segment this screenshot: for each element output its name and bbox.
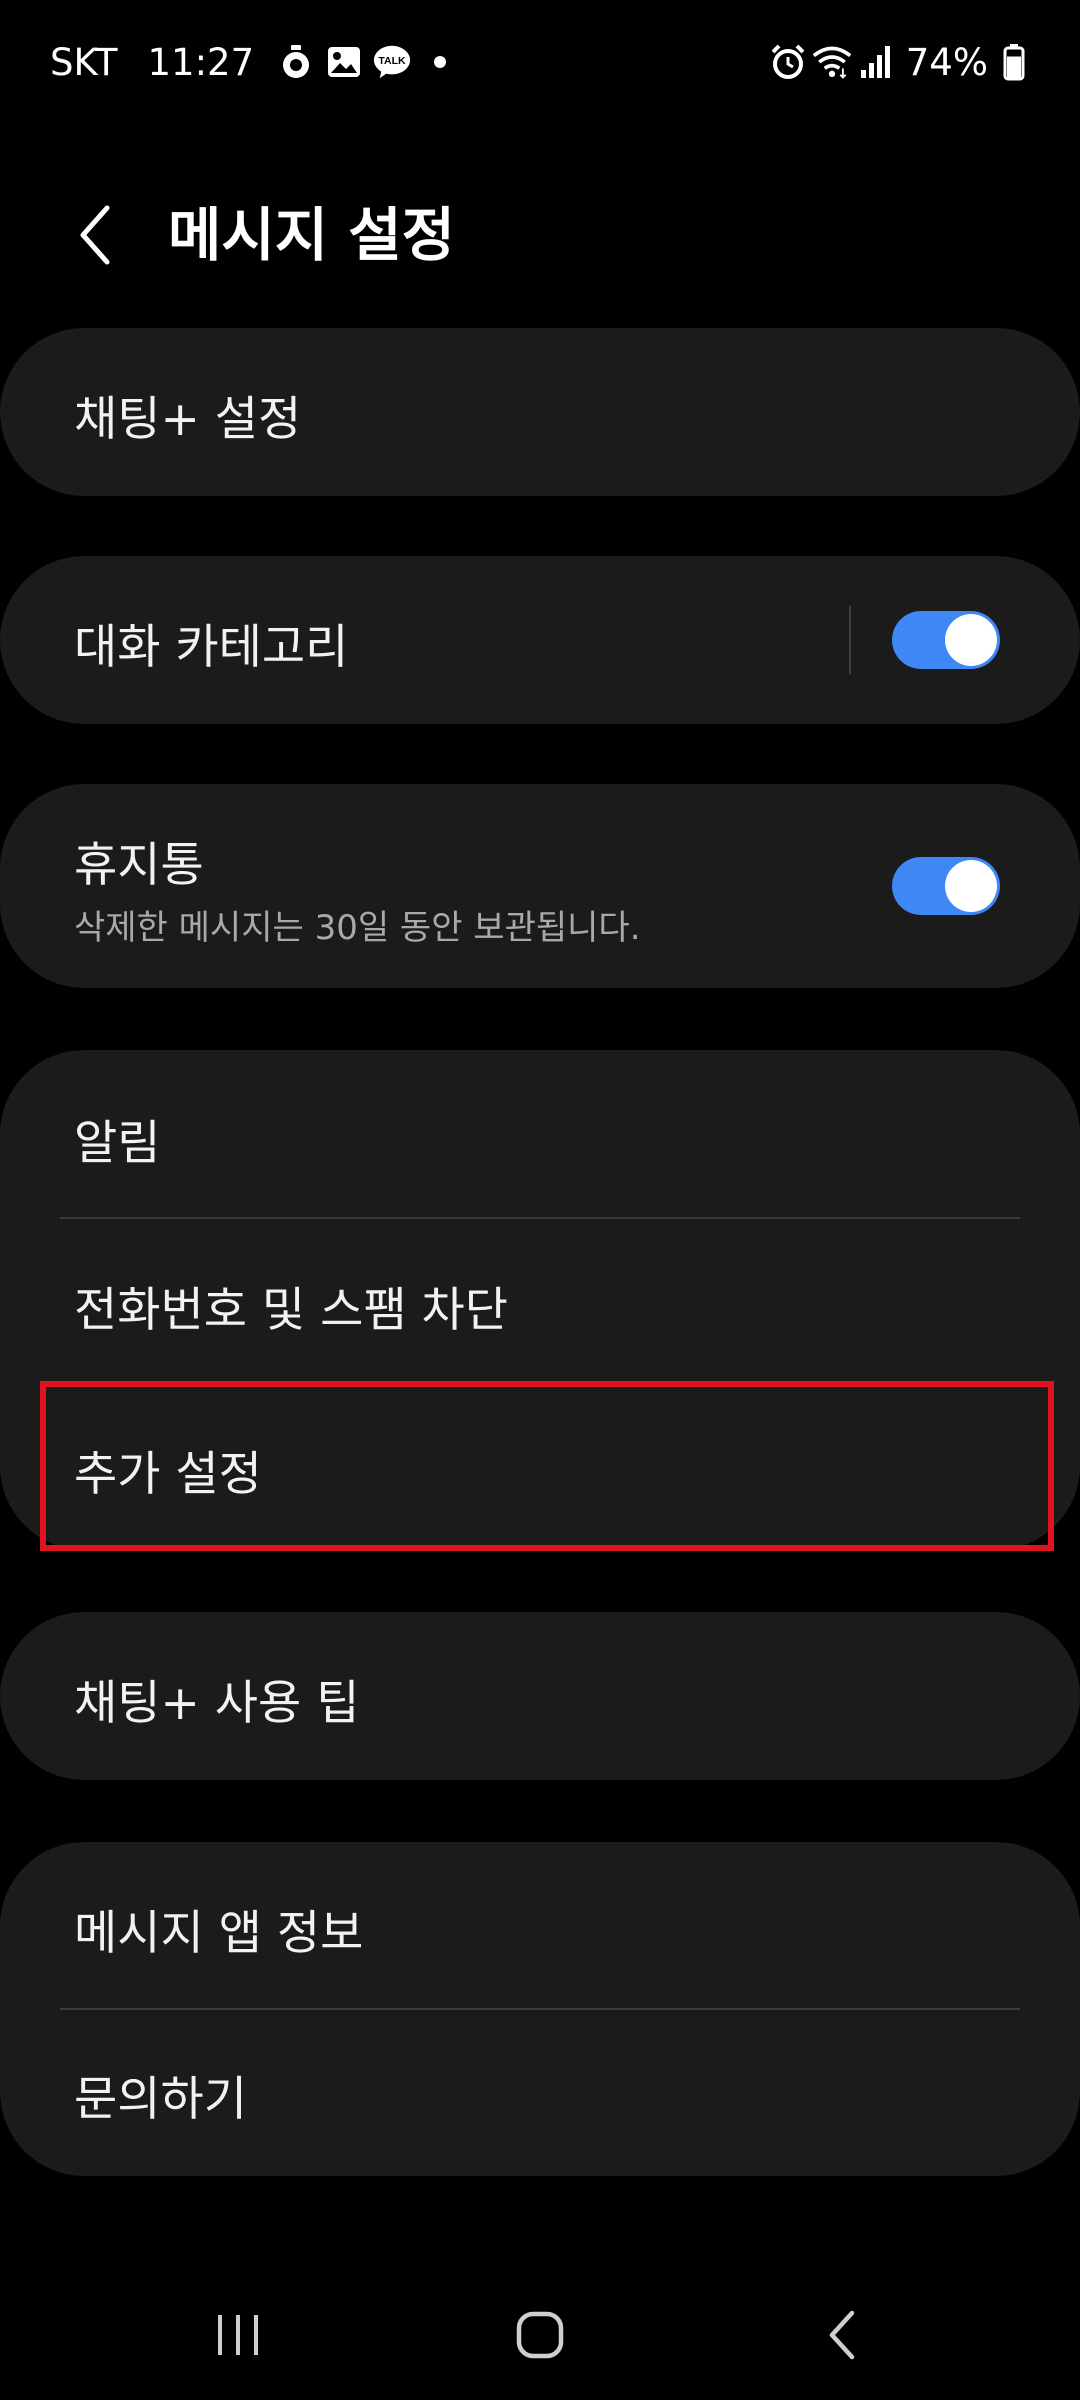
menu-item-block-numbers[interactable]: 전화번호 및 스팸 차단 xyxy=(0,1219,1080,1383)
trash-toggle[interactable] xyxy=(892,857,1000,915)
card-trash: 휴지통 삭제한 메시지는 30일 동안 보관됩니다. xyxy=(0,784,1080,988)
home-button[interactable] xyxy=(490,2290,590,2380)
menu-item-label: 알림 xyxy=(74,1116,161,1171)
nav-back-button[interactable] xyxy=(792,2290,892,2380)
clock: 11:27 xyxy=(147,40,255,84)
row-divider xyxy=(849,606,851,674)
battery-icon xyxy=(994,42,1034,82)
battery-percent: 74% xyxy=(905,40,988,84)
kakaotalk-icon-text: TALK xyxy=(379,56,407,67)
menu-item-chat-plus-settings[interactable]: 채팅+ 설정 xyxy=(0,328,1080,496)
menu-item-label: 채팅+ 설정 xyxy=(74,392,302,447)
menu-item-notifications[interactable]: 알림 xyxy=(0,1050,1080,1218)
menu-item-label: 대화 카테고리 xyxy=(74,620,349,675)
menu-item-label: 추가 설정 xyxy=(74,1447,262,1502)
card-general-settings: 알림 전화번호 및 스팸 차단 추가 설정 xyxy=(0,1050,1080,1550)
menu-item-more-settings[interactable]: 추가 설정 xyxy=(0,1383,1080,1550)
page-title: 메시지 설정 xyxy=(168,201,455,269)
recent-apps-button[interactable] xyxy=(188,2290,288,2380)
home-icon xyxy=(516,2311,564,2359)
menu-item-label: 휴지통 xyxy=(74,838,204,893)
menu-item-app-info[interactable]: 메시지 앱 정보 xyxy=(0,1842,1080,2008)
menu-item-chat-plus-tips[interactable]: 채팅+ 사용 팁 xyxy=(0,1612,1080,1780)
status-right: 74% xyxy=(768,36,1038,88)
signal-icon xyxy=(856,42,896,82)
alarm-icon xyxy=(768,42,808,82)
navigation-bar xyxy=(0,2270,1080,2400)
recent-apps-icon xyxy=(218,2315,258,2355)
gallery-icon xyxy=(324,42,364,82)
chevron-left-icon xyxy=(80,205,110,265)
carrier-label: SKT xyxy=(50,40,118,84)
card-chat-plus-tips: 채팅+ 사용 팁 xyxy=(0,1612,1080,1780)
menu-item-conversation-category[interactable]: 대화 카테고리 xyxy=(0,556,1080,724)
menu-item-contact-us[interactable]: 문의하기 xyxy=(0,2010,1080,2176)
menu-item-label: 채팅+ 사용 팁 xyxy=(74,1676,360,1731)
app-header: 메시지 설정 xyxy=(0,170,1080,300)
status-bar: SKT 11:27 TALK 74% xyxy=(0,0,1080,120)
toggle-knob xyxy=(945,860,997,912)
status-left: SKT 11:27 TALK xyxy=(50,36,468,88)
conversation-category-toggle[interactable] xyxy=(892,611,1000,669)
dot-icon xyxy=(420,42,460,82)
back-icon xyxy=(829,2310,855,2360)
menu-item-label: 메시지 앱 정보 xyxy=(74,1906,364,1961)
menu-item-trash[interactable]: 휴지통 삭제한 메시지는 30일 동안 보관됩니다. xyxy=(0,784,1080,988)
wifi-icon xyxy=(812,42,852,82)
card-conversation-category: 대화 카테고리 xyxy=(0,556,1080,724)
menu-item-subtitle: 삭제한 메시지는 30일 동안 보관됩니다. xyxy=(74,908,641,948)
menu-item-label: 전화번호 및 스팸 차단 xyxy=(74,1283,508,1338)
kakaotalk-icon: TALK xyxy=(372,42,412,82)
menu-item-label: 문의하기 xyxy=(74,2072,247,2127)
card-about: 메시지 앱 정보 문의하기 xyxy=(0,1842,1080,2176)
card-chat-plus-settings: 채팅+ 설정 xyxy=(0,328,1080,496)
timer-icon xyxy=(276,42,316,82)
toggle-knob xyxy=(945,614,997,666)
back-button[interactable] xyxy=(60,200,130,270)
